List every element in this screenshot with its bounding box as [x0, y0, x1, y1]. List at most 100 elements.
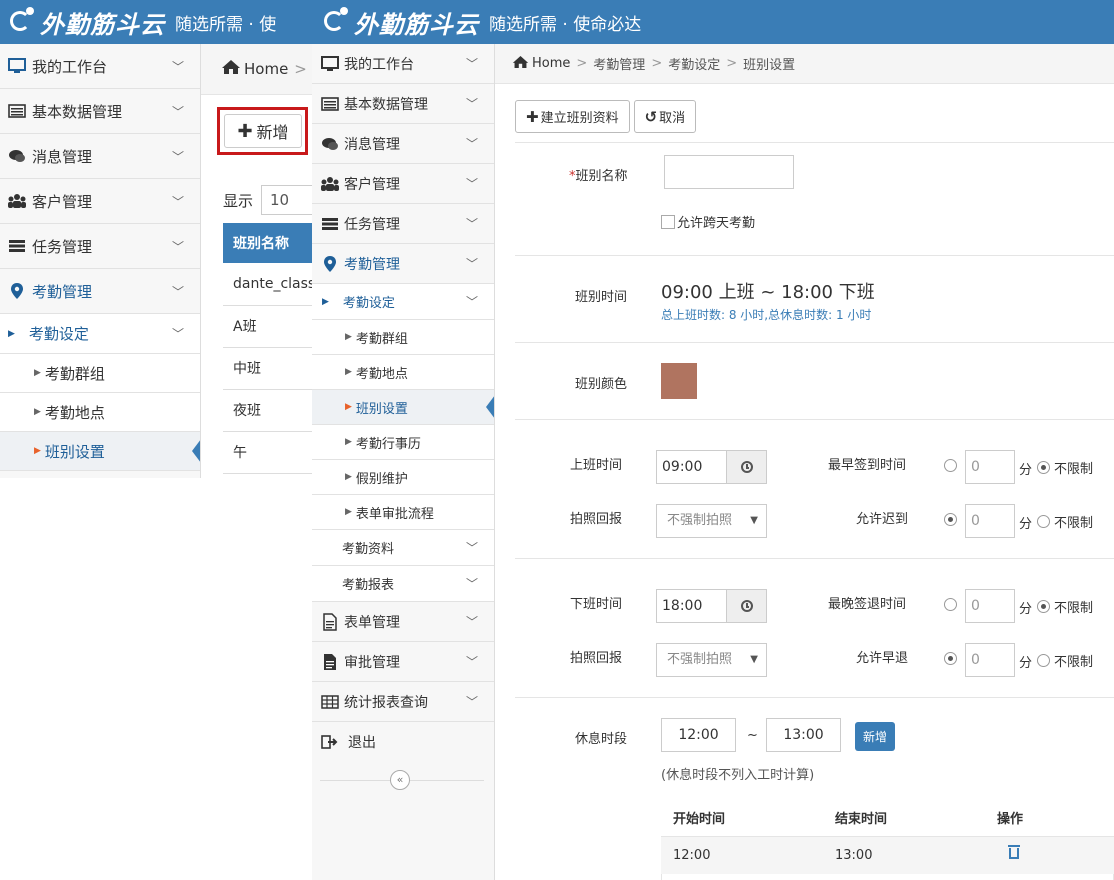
earliest-limit-radio[interactable]	[944, 459, 957, 472]
sidebar-item-attendance[interactable]: 考勤管理 ﹀	[0, 269, 200, 314]
sidebar-item-approvals[interactable]: 审批管理 ﹀	[312, 642, 494, 682]
on-time-input[interactable]: 09:00	[656, 450, 727, 484]
break-table: 开始时间 结束时间 操作 12:00 13:00	[661, 800, 1114, 874]
sidebar-item-attendance-group[interactable]: ▶ 考勤群组	[312, 320, 494, 355]
plus-icon: ✚	[526, 107, 539, 126]
table-row[interactable]: dante_class	[223, 263, 312, 306]
cancel-button[interactable]: ↺ 取消	[633, 100, 697, 133]
clock-icon[interactable]	[727, 589, 767, 623]
page-size: 显示 10	[223, 185, 312, 215]
sidebar-item-forms[interactable]: 表单管理 ﹀	[312, 602, 494, 642]
breadcrumb-attendance[interactable]: 考勤管理	[593, 54, 645, 73]
chevron-down-icon: ﹀	[171, 327, 184, 341]
column-header: 开始时间	[661, 800, 823, 837]
sidebar-item-attendance-location[interactable]: ▶ 考勤地点	[0, 393, 200, 432]
sidebar-item-leave-types[interactable]: ▶ 假别维护	[312, 460, 494, 495]
sidebar-item-shift-settings[interactable]: ▶ 班别设置	[312, 390, 494, 425]
home-icon	[512, 55, 529, 73]
slogan: 随选所需 · 使命必达	[489, 14, 642, 35]
collapse-sidebar-button[interactable]: «	[390, 770, 410, 790]
sidebar-item-statistics[interactable]: 统计报表查询 ﹀	[312, 682, 494, 722]
sidebar-item-approval-flow[interactable]: ▶ 表单审批流程	[312, 495, 494, 530]
break-end-input[interactable]: 13:00	[766, 718, 841, 752]
monitor-icon	[318, 55, 342, 72]
create-shift-button[interactable]: ✚ 建立班别资料	[515, 100, 630, 133]
table-row[interactable]: 中班	[223, 347, 312, 390]
shift-color-swatch[interactable]	[661, 363, 697, 399]
sidebar-item-workbench[interactable]: 我的工作台 ﹀	[312, 44, 494, 84]
sidebar-item-customers[interactable]: 客户管理 ﹀	[312, 164, 494, 204]
clock-icon[interactable]	[727, 450, 767, 484]
table-row[interactable]: 夜班	[223, 389, 312, 432]
sidebar-item-attendance-group[interactable]: ▶ 考勤群组	[0, 354, 200, 393]
sidebar-item-shift-settings[interactable]: ▶ 班别设置	[0, 432, 200, 471]
early-no-limit-option[interactable]: 不限制	[1037, 651, 1093, 670]
early-limit-radio[interactable]	[944, 652, 957, 665]
break-time-label: 休息时段	[575, 732, 628, 747]
sidebar-item-attendance-location[interactable]: ▶ 考勤地点	[312, 355, 494, 390]
latest-minutes-input[interactable]: 0	[965, 589, 1015, 623]
shift-name-input[interactable]	[664, 155, 794, 189]
latest-no-limit-option[interactable]: 不限制	[1037, 597, 1093, 616]
early-minutes-input[interactable]: 0	[965, 643, 1015, 677]
sidebar-item-attendance-reports[interactable]: 考勤报表 ﹀	[312, 566, 494, 602]
users-icon	[4, 193, 30, 209]
sidebar-item-tasks[interactable]: 任务管理 ﹀	[0, 224, 200, 269]
sidebar-item-basic-data[interactable]: 基本数据管理 ﹀	[0, 89, 200, 134]
break-start-input[interactable]: 12:00	[661, 718, 736, 752]
users-icon	[318, 176, 342, 192]
sidebar-item-attendance-settings[interactable]: ▶ 考勤设定 ﹀	[0, 314, 200, 354]
earliest-no-limit-option[interactable]: 不限制	[1037, 458, 1093, 477]
chevron-down-icon: ﹀	[465, 655, 478, 669]
earliest-minutes-input[interactable]: 0	[965, 450, 1015, 484]
sidebar-item-messages[interactable]: 消息管理 ﹀	[0, 134, 200, 179]
sidebar-item-tasks[interactable]: 任务管理 ﹀	[312, 204, 494, 244]
photo-report-select-2[interactable]: 不强制拍照 ▼	[656, 643, 767, 677]
add-break-button[interactable]: 新增	[855, 722, 895, 751]
chevron-down-icon: ﹀	[171, 149, 184, 164]
table-row[interactable]: A班	[223, 305, 312, 348]
shift-name-label: *班别名称	[569, 169, 628, 184]
off-time-input[interactable]: 18:00	[656, 589, 727, 623]
toolbar: ✚ 建立班别资料 ↺ 取消	[515, 100, 697, 133]
off-time-picker[interactable]: 18:00	[656, 589, 767, 623]
sidebar-item-logout[interactable]: 退出	[312, 722, 494, 762]
logo-text: 外勤筋斗云	[354, 10, 479, 39]
sidebar-item-attendance-calendar[interactable]: ▶ 考勤行事历	[312, 425, 494, 460]
sidebar-item-basic-data[interactable]: 基本数据管理 ﹀	[312, 84, 494, 124]
latest-limit-radio[interactable]	[944, 598, 957, 611]
breadcrumb-home[interactable]: Home	[244, 60, 288, 78]
minute-unit: 分	[1019, 463, 1033, 478]
page-size-select[interactable]: 10	[261, 185, 312, 215]
photo-report-select[interactable]: 不强制拍照 ▼	[656, 504, 767, 538]
cross-day-checkbox[interactable]: 允许跨天考勤	[661, 212, 755, 231]
late-limit-radio[interactable]	[944, 513, 957, 526]
sidebar-item-messages[interactable]: 消息管理 ﹀	[312, 124, 494, 164]
late-no-limit-option[interactable]: 不限制	[1037, 512, 1093, 531]
sidebar-item-customers[interactable]: 客户管理 ﹀	[0, 179, 200, 224]
late-minutes-input[interactable]: 0	[965, 504, 1015, 538]
caret-right-icon: ▶	[345, 472, 352, 482]
breadcrumb-home[interactable]: Home	[532, 56, 570, 71]
monitor-icon	[4, 58, 30, 74]
new-button[interactable]: ✚ 新增	[224, 114, 302, 148]
trash-icon[interactable]	[1008, 844, 1020, 859]
sidebar-item-attendance-data[interactable]: 考勤资料 ﹀	[312, 530, 494, 566]
caret-right-icon: ▶	[34, 407, 41, 417]
chat-icon	[4, 149, 30, 163]
sidebar-item-attendance[interactable]: 考勤管理 ﹀	[312, 244, 494, 284]
sidebar-item-workbench[interactable]: 我的工作台 ﹀	[0, 44, 200, 89]
divider	[515, 142, 1114, 143]
logo-icon	[8, 7, 38, 37]
breadcrumb-attendance-settings[interactable]: 考勤设定	[668, 54, 720, 73]
caret-right-icon: ▶	[345, 402, 352, 412]
caret-right-icon: ▶	[345, 367, 352, 377]
on-time-picker[interactable]: 09:00	[656, 450, 767, 484]
radio-dot	[1037, 600, 1050, 613]
sidebar-item-attendance-settings[interactable]: ▶ 考勤设定 ﹀	[312, 284, 494, 320]
column-header[interactable]: 班别名称	[223, 223, 312, 263]
table-row[interactable]: 午	[223, 431, 312, 474]
chevron-down-icon: ﹀	[171, 59, 184, 74]
shift-time-label: 班别时间	[575, 290, 628, 305]
main: Home > 考勤管理 > 考勤设定 > 班别设置 ✚ 建立班别资料 ↺ 取消 *班…	[495, 44, 1114, 880]
